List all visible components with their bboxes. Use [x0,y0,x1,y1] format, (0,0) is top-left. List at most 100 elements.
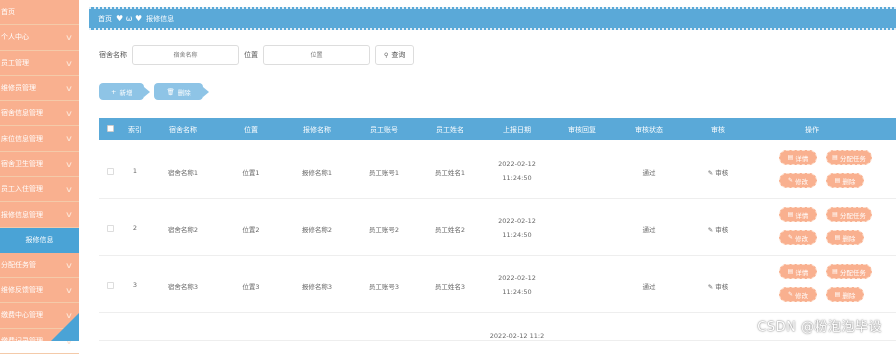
table-cell-repair: 报修名称1 [302,167,332,177]
dorm-name-label: 宿舍名称 [99,50,127,60]
sidebar-item[interactable]: 员工管理 ∨ [0,51,79,76]
select-all-checkbox[interactable] [107,125,114,132]
sidebar-item-label: 宿舍卫生管理 [1,159,43,169]
audit-link[interactable]: ✎ 审核 [708,281,729,291]
list-icon: ▤ [788,154,794,161]
search-bar: 宿舍名称 位置 ⚲ 查询 [89,45,414,65]
sidebar-item[interactable]: 宿舍信息管理∨ [0,101,79,126]
table-cell-repair: 报修名称2 [302,224,332,234]
row-checkbox[interactable] [107,168,114,175]
row-delete-button[interactable]: ▤删除 [826,230,864,245]
location-input[interactable] [263,45,370,65]
table-cell-repair: 报修名称3 [302,281,332,291]
table-cell-dorm: 宿舍名称2 [168,224,198,234]
sidebar-item[interactable]: 首页 [0,0,79,25]
table-cell-date: 2022-02-12 11:24:50 [487,214,547,242]
chevron-down-icon: ∨ [65,261,73,270]
sidebar-item[interactable]: 个人中心∨ [0,25,79,50]
assign-task-button-label: 分配任务 [840,210,866,220]
column-header: 审核 [711,125,725,135]
chevron-down-icon: ∨ [65,59,73,68]
detail-button[interactable]: ▤详情 [779,264,817,279]
detail-button-label: 详情 [795,153,808,163]
list-icon: ▤ [832,154,838,161]
table-cell-status: 通过 [643,224,656,234]
table-row: 1宿舍名称1位置1报修名称1员工账号1员工姓名12022-02-12 11:24… [99,142,896,199]
trash-icon: 🗑 [166,88,174,96]
table-header: 索引宿舍名称位置报修名称员工账号员工姓名上报日期审核回复审核状态审核操作 [99,118,896,140]
table-cell-date: 2022-02-12 11:2 [490,332,544,340]
detail-button[interactable]: ▤详情 [779,150,817,165]
audit-link[interactable]: ✎ 审核 [708,224,729,234]
sidebar-subitem-repair-info[interactable]: 报修信息 [0,228,79,253]
add-button[interactable]: + 新增 [99,83,144,100]
sidebar-item[interactable]: 维修反馈管理∨ [0,278,79,303]
sidebar-item-label: 维修反馈管理 [1,285,43,295]
column-header: 位置 [244,125,258,135]
row-delete-button[interactable]: ▤删除 [826,287,864,302]
add-button-label: 新增 [119,87,132,97]
table-cell-dorm: 宿舍名称3 [168,281,198,291]
table-cell-index: 1 [133,167,137,175]
sidebar-item-label: 分配任务管 [1,260,36,270]
breadcrumb-home[interactable]: 首页 [98,14,112,24]
audit-label: 审核 [715,283,728,291]
edit-button[interactable]: ✎修改 [779,230,817,245]
sidebar-item-label: 员工管理 [1,58,29,68]
trash-icon: ▤ [835,291,841,298]
sidebar-item[interactable]: 床位信息管理∨ [0,126,79,151]
trash-icon: ▤ [835,177,841,184]
list-icon: ▤ [832,268,838,275]
chevron-down-icon: ∨ [65,109,73,118]
column-header: 审核回复 [568,125,596,135]
sidebar-item[interactable]: 报修信息管理 ∨ [0,202,79,227]
edit-button[interactable]: ✎修改 [779,287,817,302]
table-cell-account: 员工账号3 [369,281,399,291]
row-checkbox[interactable] [107,225,114,232]
row-delete-button-label: 删除 [842,233,855,243]
edit-button-label: 修改 [795,233,808,243]
column-header: 员工账号 [370,125,398,135]
dorm-name-input[interactable] [132,45,239,65]
table-cell-account: 员工账号1 [369,167,399,177]
assign-task-button-label: 分配任务 [840,267,866,277]
assign-task-button[interactable]: ▤分配任务 [826,150,872,165]
audit-label: 审核 [715,226,728,234]
delete-button[interactable]: 🗑 删除 [154,83,202,100]
edit-icon: ✎ [708,283,716,291]
sidebar-item[interactable]: 分配任务管 ∨ [0,253,79,278]
sidebar-item[interactable]: 维修员管理∨ [0,76,79,101]
sidebar-item[interactable]: 员工入住管理∨ [0,177,79,202]
assign-task-button-label: 分配任务 [840,153,866,163]
sidebar-item-label: 报修信息管理 [1,210,43,220]
sidebar-item-label: 维修员管理 [1,83,36,93]
sidebar-item[interactable]: 宿舍卫生管理 ∨ [0,152,79,177]
location-label: 位置 [244,50,258,60]
detail-button-label: 详情 [795,210,808,220]
detail-button[interactable]: ▤详情 [779,207,817,222]
watermark: CSDN @粉泡泡毕设 [757,316,882,335]
column-header: 员工姓名 [436,125,464,135]
sidebar-item-label: 个人中心 [1,32,29,42]
chevron-down-icon: ∨ [65,134,73,143]
trash-icon: ▤ [835,234,841,241]
assign-task-button[interactable]: ▤分配任务 [826,264,872,279]
table-cell-account: 员工账号2 [369,224,399,234]
row-delete-button-label: 删除 [842,290,855,300]
chevron-down-icon: ∨ [65,210,73,219]
breadcrumb-current: 报修信息 [146,14,174,24]
search-button[interactable]: ⚲ 查询 [375,45,414,65]
table-cell-status: 通过 [643,167,656,177]
heart-icon: ♥ ω ♥ [116,14,142,23]
edit-icon: ✎ [708,226,716,234]
row-delete-button[interactable]: ▤删除 [826,173,864,188]
sidebar-subitem-label: 报修信息 [26,235,54,245]
row-checkbox[interactable] [107,282,114,289]
detail-button-label: 详情 [795,267,808,277]
assign-task-button[interactable]: ▤分配任务 [826,207,872,222]
pencil-icon: ✎ [788,234,793,241]
chevron-down-icon: ∨ [65,160,73,169]
table-cell-date: 2022-02-12 11:24:50 [487,271,547,299]
audit-link[interactable]: ✎ 审核 [708,167,729,177]
edit-button[interactable]: ✎修改 [779,173,817,188]
